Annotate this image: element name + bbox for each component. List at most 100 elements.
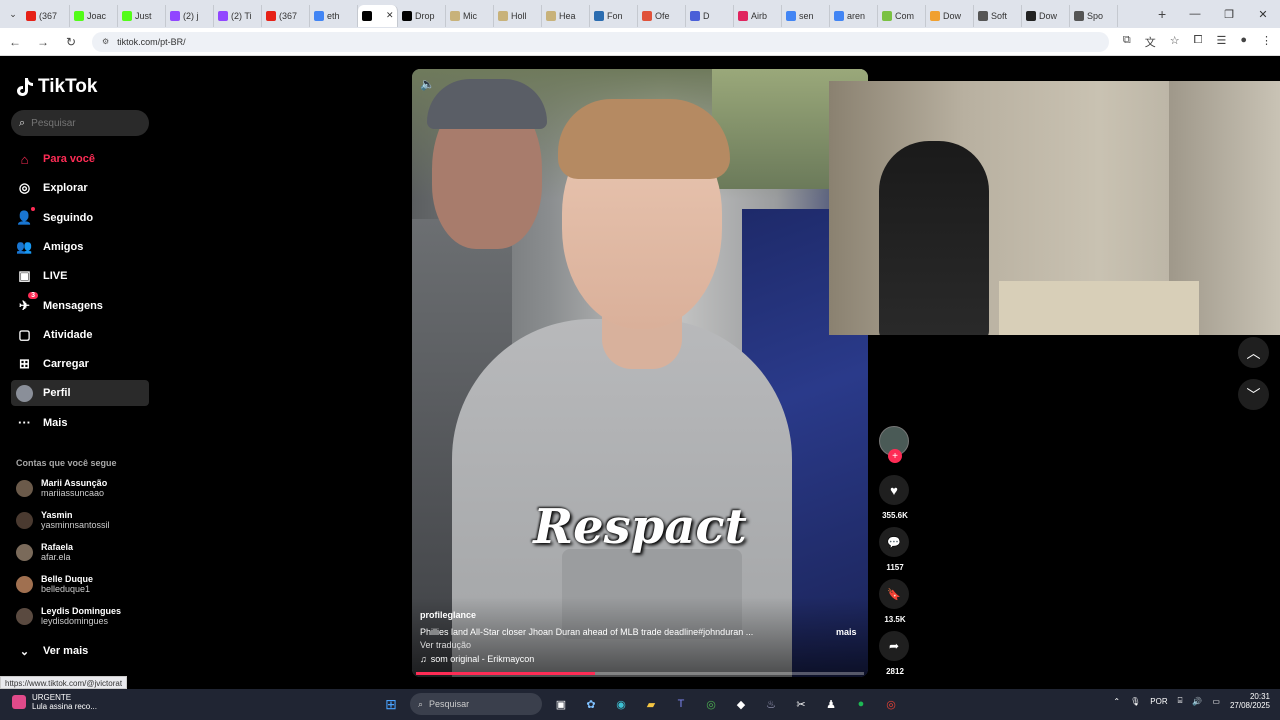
forward-icon[interactable]: → [36,35,50,49]
following-account[interactable]: Belle Duque belleduque1 [16,570,156,598]
news-subtitle: Lula assina reco... [32,702,97,711]
taskbar-search[interactable]: ⌕ Pesquisar [410,693,542,715]
sidebar-item-seguindo[interactable]: 👤 Seguindo [11,205,149,231]
sidebar-item-carregar[interactable]: ⊞ Carregar [11,351,149,377]
steam-icon[interactable]: ♨ [760,693,782,715]
following-account[interactable]: Leydis Domingues leydisdomingues [16,602,156,630]
see-more-button[interactable]: ⌄ Ver mais [11,638,149,664]
browser-tab[interactable]: aren [830,4,878,27]
mic-icon[interactable]: 🎙 [1130,697,1140,706]
network-icon[interactable]: ⌸ [1178,696,1183,706]
edge-icon[interactable]: ◉ [610,693,632,715]
tab-title: aren [847,10,866,21]
url-field[interactable]: ⚙ tiktok.com/pt-BR/ [92,31,1109,52]
browser-tab[interactable]: (367 [262,4,310,27]
reading-list-icon[interactable]: ☰ [1216,34,1226,50]
sidebar-item-mais[interactable]: ··· Mais [11,410,149,436]
following-account[interactable]: Yasmin yasminnsantossil [16,506,156,534]
sidebar-item-live[interactable]: ▣ LIVE [11,263,149,289]
sound-link[interactable]: ♫ som original - Erikmaycon [420,654,534,664]
language-indicator[interactable]: POR [1150,697,1167,706]
tiktok-logo[interactable]: TikTok [16,76,97,98]
site-info-icon[interactable]: ⚙ [102,37,109,46]
search-input[interactable] [31,117,132,129]
next-video-button[interactable]: ﹀ [1238,379,1269,410]
new-tab-button[interactable]: + [1158,6,1166,22]
browser-tab[interactable]: Fon [590,4,638,27]
clock[interactable]: 20:31 27/08/2025 [1230,692,1270,710]
sidebar-item-explorar[interactable]: ◎ Explorar [11,175,149,201]
news-widget[interactable]: URGENTE Lula assina reco... [12,693,97,711]
browser-tab[interactable]: eth [310,4,358,27]
more-button[interactable]: mais [836,627,857,637]
sidebar-item-amigos[interactable]: 👥 Amigos [11,234,149,260]
battery-icon[interactable]: ▭ [1212,697,1220,706]
sidebar-item-atividade[interactable]: ▢ Atividade [11,322,149,348]
search-box[interactable]: ⌕ [11,110,149,136]
capcut-icon[interactable]: ✂ [790,693,812,715]
browser-tab[interactable]: Hea [542,4,590,27]
browser-tab[interactable]: Mic [446,4,494,27]
follow-plus-icon[interactable]: + [888,449,902,463]
browser-tab[interactable]: (367 [22,4,70,27]
browser-tab[interactable]: ✕ [358,4,398,27]
browser-tab[interactable]: (2) j [166,4,214,27]
windows-start-icon[interactable]: ⊞ [380,693,402,715]
browser-tab[interactable]: D [686,4,734,27]
copilot-icon[interactable]: ✿ [580,693,602,715]
tray-chevron-icon[interactable]: ⌃ [1113,697,1120,706]
sidebar-item-para-voc-[interactable]: ⌂ Para você [11,146,149,172]
browser-tab[interactable]: Holl [494,4,542,27]
browser-tab[interactable]: Dow [1022,4,1070,27]
browser-menu-icon[interactable]: ⋮ [1261,34,1272,50]
browser-tab[interactable]: Joac [70,4,118,27]
browser-tab[interactable]: Com [878,4,926,27]
translate-link[interactable]: Ver tradução [420,640,471,650]
browser-tab[interactable]: Drop [398,4,446,27]
tab-list-chevron-icon[interactable]: ⌄ [4,9,22,20]
bookmark-star-icon[interactable]: ☆ [1170,34,1180,50]
browser-tab[interactable]: Ofe [638,4,686,27]
browser-tab[interactable]: Airb [734,4,782,27]
video-author[interactable]: profileglance [420,610,476,620]
sidebar-item-mensagens[interactable]: ✈ 3 Mensagens [11,292,149,319]
teams-icon[interactable]: T [670,693,692,715]
account-username: afar.ela [41,552,71,562]
app2-icon[interactable]: ♟ [820,693,842,715]
reload-icon[interactable]: ↻ [64,35,78,49]
browser-tab[interactable]: Soft [974,4,1022,27]
install-app-icon[interactable]: ⧉ [1123,34,1131,50]
file-explorer-icon[interactable]: ▰ [640,693,662,715]
video-progress-bar[interactable] [416,672,864,675]
browser-tab[interactable]: Just [118,4,166,27]
minimize-icon[interactable]: — [1178,8,1212,20]
restore-icon[interactable]: ❐ [1212,8,1246,21]
video-player[interactable]: Respact 🔈 profileglance Phillies land Al… [412,69,868,677]
task-view-icon[interactable]: ▣ [550,693,572,715]
share-button[interactable]: ➦ [879,631,909,661]
browser-tab[interactable]: sen [782,4,830,27]
browser-tab[interactable]: Dow [926,4,974,27]
translate-icon[interactable]: 文 [1145,34,1156,50]
following-account[interactable]: Marii Assunção mariiassuncaao [16,474,156,502]
previous-video-button[interactable]: ︿ [1238,337,1269,368]
chevron-down-icon: ⌄ [19,645,30,658]
chrome2-icon[interactable]: ◎ [880,693,902,715]
volume-tray-icon[interactable]: 🔊 [1192,697,1202,706]
browser-tab[interactable]: (2) Ti [214,4,262,27]
close-window-icon[interactable]: ✕ [1246,8,1280,21]
save-button[interactable]: 🔖 [879,579,909,609]
spotify-icon[interactable]: ● [850,693,872,715]
comment-button[interactable]: 💬 [879,527,909,557]
like-button[interactable]: ♥ [879,475,909,505]
app-icon[interactable]: ◆ [730,693,752,715]
browser-tab[interactable]: Spo [1070,4,1118,27]
following-account[interactable]: Rafaela afar.ela [16,538,156,566]
back-icon[interactable]: ← [8,35,22,49]
volume-icon[interactable]: 🔈 [420,77,436,93]
profile-icon[interactable]: ● [1240,34,1247,50]
sidebar-item-perfil[interactable]: Perfil [11,380,149,407]
chrome-icon[interactable]: ◎ [700,693,722,715]
extensions-icon[interactable]: ⧠ [1194,34,1203,50]
close-tab-icon[interactable]: ✕ [386,10,394,21]
